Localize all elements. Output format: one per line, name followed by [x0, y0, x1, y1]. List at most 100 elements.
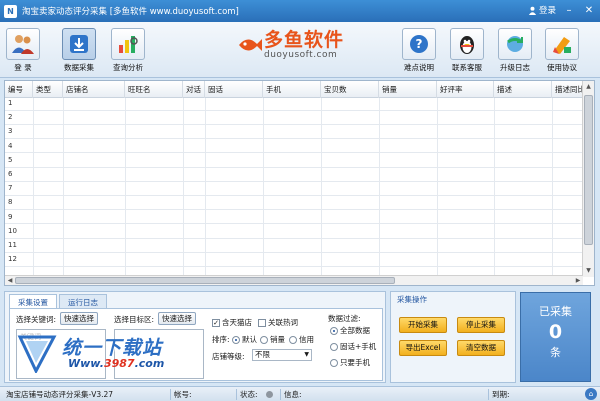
start-collect-button[interactable]: 开始采集: [399, 317, 447, 333]
status-bar: 淘宝店铺号动态评分采集-V3.27 帐号: 状态: 信息: 到期: ⌂: [0, 386, 600, 401]
usage-agreement-button-label: 使用协议: [547, 63, 577, 72]
status-state: 状态:: [240, 390, 258, 399]
data-collect-button-label: 数据采集: [64, 63, 94, 72]
customer-service-button[interactable]: 联系客服: [450, 28, 484, 74]
column-divider: [379, 98, 380, 275]
column-header[interactable]: 店铺名: [63, 81, 125, 98]
column-header[interactable]: 描述: [494, 81, 552, 98]
table-row[interactable]: 3: [5, 126, 583, 140]
minimize-button[interactable]: –: [562, 3, 576, 17]
column-header[interactable]: 销量: [379, 81, 437, 98]
customer-service-button-label: 联系客服: [452, 63, 482, 72]
chart-icon: [111, 28, 145, 60]
column-divider: [552, 98, 553, 275]
include-tmall-checkbox[interactable]: ✓ 含天猫店: [212, 317, 252, 328]
column-header[interactable]: 宝贝数: [321, 81, 379, 98]
table-row[interactable]: 10: [5, 226, 583, 239]
table-row[interactable]: 4: [5, 141, 583, 154]
sort-credit-radio[interactable]: 信用: [289, 334, 314, 345]
scroll-left-icon[interactable]: ◀: [5, 276, 15, 285]
home-icon[interactable]: ⌂: [585, 388, 597, 400]
table-row[interactable]: 2: [5, 112, 583, 126]
row-number: 3: [8, 127, 13, 136]
column-divider: [183, 98, 184, 275]
table-row[interactable]: 11: [5, 240, 583, 253]
sort-sales-radio[interactable]: 销量: [260, 334, 285, 345]
target-quick-select-button[interactable]: 快速选择: [158, 312, 196, 325]
column-header[interactable]: 类型: [33, 81, 63, 98]
horizontal-scrollbar[interactable]: ◀ ▶: [5, 275, 583, 285]
brand-logo: 多鱼软件 duoyusoft.com: [236, 30, 344, 60]
login-link-label: 登录: [538, 6, 556, 16]
column-header[interactable]: 编号: [5, 81, 33, 98]
target-area-label: 选择目标区:: [114, 315, 155, 324]
scroll-down-icon[interactable]: ▼: [583, 265, 594, 277]
query-analysis-button-label: 查询分析: [113, 63, 143, 72]
related-hot-words-checkbox[interactable]: 关联热词: [258, 317, 298, 328]
status-expire: 到期:: [492, 390, 510, 399]
filter-all-radio[interactable]: 全部数据: [330, 325, 370, 336]
close-button[interactable]: ✕: [582, 3, 596, 17]
row-number: 2: [8, 113, 13, 122]
radio-empty-icon: [289, 335, 297, 344]
toolbar: 登 录 数据采集 查询分析 多鱼软件 duoyusoft.com ? 难点说明 …: [0, 22, 600, 78]
watermark-url: Www.3987.com: [68, 357, 164, 370]
column-divider: [437, 98, 438, 275]
checkbox-empty-icon: [258, 318, 266, 327]
results-table[interactable]: 编号 类型 店铺名 旺旺名 对话 固话 手机 宝贝数 销量 好评率 描述 描述同比 123456789…: [4, 80, 595, 286]
shop-level-select[interactable]: 不限 ▼: [252, 349, 312, 361]
sort-default-radio[interactable]: 默认: [232, 334, 257, 345]
table-row[interactable]: 12: [5, 254, 583, 268]
table-row[interactable]: 8: [5, 197, 583, 211]
scroll-right-icon[interactable]: ▶: [573, 276, 583, 285]
row-number: 6: [8, 170, 13, 178]
upgrade-log-button[interactable]: 升级日志: [498, 28, 532, 74]
horizontal-scroll-thumb[interactable]: [15, 277, 395, 284]
help-button-label: 难点说明: [404, 63, 434, 72]
usage-agreement-button[interactable]: 使用协议: [545, 28, 579, 74]
table-row[interactable]: 1: [5, 98, 583, 111]
column-header[interactable]: 好评率: [437, 81, 494, 98]
column-divider: [205, 98, 206, 275]
filter-mobile-only-radio[interactable]: 只要手机: [330, 357, 370, 368]
row-number: 11: [8, 241, 17, 249]
help-button[interactable]: ? 难点说明: [402, 28, 436, 74]
export-excel-button[interactable]: 导出Excel: [399, 340, 447, 356]
vertical-scroll-thumb[interactable]: [584, 95, 593, 245]
column-divider: [33, 98, 34, 275]
filter-phone-mobile-label: 固话+手机: [340, 342, 377, 351]
filter-phone-mobile-radio[interactable]: 固话+手机: [330, 341, 376, 352]
stop-collect-button[interactable]: 停止采集: [457, 317, 505, 333]
row-number: 10: [8, 226, 17, 235]
collected-count: 0: [548, 321, 563, 343]
column-header[interactable]: 固话: [205, 81, 263, 98]
watermark-text: 统一下载站: [62, 337, 163, 359]
download-icon: [62, 28, 96, 60]
column-divider: [263, 98, 264, 275]
column-header[interactable]: 对话: [183, 81, 205, 98]
table-row[interactable]: 5: [5, 155, 583, 168]
table-row[interactable]: 9: [5, 212, 583, 225]
related-hot-words-label: 关联热词: [268, 318, 298, 327]
data-collect-button[interactable]: 数据采集: [62, 28, 96, 74]
upgrade-log-button-label: 升级日志: [500, 63, 530, 72]
login-link[interactable]: 登录: [528, 4, 556, 16]
column-divider: [321, 98, 322, 275]
table-row[interactable]: 6: [5, 169, 583, 182]
clear-data-button[interactable]: 清空数据: [457, 340, 505, 356]
query-analysis-button[interactable]: 查询分析: [111, 28, 145, 74]
login-button[interactable]: 登 录: [6, 28, 40, 74]
watermark-logo-icon: [17, 335, 57, 375]
column-header[interactable]: 手机: [263, 81, 321, 98]
scroll-up-icon[interactable]: ▲: [583, 81, 594, 93]
table-row[interactable]: 7: [5, 183, 583, 197]
keyword-quick-select-button[interactable]: 快速选择: [60, 312, 98, 325]
logo-url: duoyusoft.com: [264, 50, 338, 60]
vertical-scrollbar[interactable]: ▲ ▼: [582, 81, 594, 277]
row-number: 12: [8, 255, 17, 264]
row-number: 1: [8, 99, 13, 107]
column-header[interactable]: 旺旺名: [125, 81, 183, 98]
radio-empty-icon: [260, 335, 268, 344]
shop-level-label: 店铺等级:: [212, 352, 245, 361]
logo-text: 多鱼软件: [264, 29, 345, 51]
